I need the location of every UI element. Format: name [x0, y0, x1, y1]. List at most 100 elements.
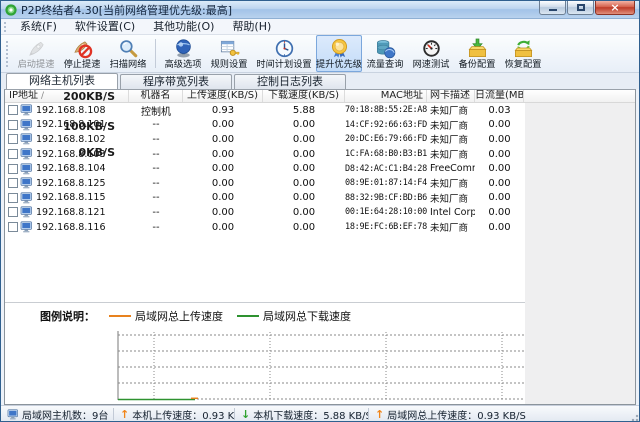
- toolbar-button-label: 时间计划设置: [256, 59, 311, 69]
- ip-address: 192.168.8.116: [36, 222, 106, 233]
- maximize-button[interactable]: [567, 1, 594, 15]
- toolbar-button-globe-options[interactable]: 高级选项: [160, 35, 206, 72]
- toolbar-button-label: 高级选项: [165, 59, 202, 69]
- cell-hostname: --: [129, 178, 183, 189]
- restore-box-icon: [513, 38, 534, 59]
- cell-download-speed: 5.88: [263, 105, 345, 116]
- cell-upload-speed: 0.00: [183, 192, 263, 203]
- cell-ip: 192.168.8.125: [5, 177, 129, 189]
- medal-icon: [329, 38, 350, 59]
- resize-grip[interactable]: [629, 412, 639, 422]
- status-host-count: 局域网主机数：9台: [1, 407, 113, 422]
- toolbar-separator: [155, 39, 156, 68]
- tab-control-log-list[interactable]: 控制日志列表: [234, 74, 346, 89]
- cell-upload-speed: 0.00: [183, 134, 263, 145]
- cell-mac: 70:18:8B:55:2E:A8: [345, 105, 427, 115]
- tab-program-bandwidth-list[interactable]: 程序带宽列表: [120, 74, 232, 89]
- cell-hostname: --: [129, 192, 183, 203]
- cell-nic-description: 未知厂商: [427, 176, 475, 190]
- column-header-mac[interactable]: MAC地址: [345, 90, 427, 102]
- menu-item-other-functions[interactable]: 其他功能(O): [144, 19, 223, 34]
- toolbar-button-clock[interactable]: 时间计划设置: [252, 35, 316, 72]
- toolbar-button-medal[interactable]: 提升优先级: [316, 35, 362, 72]
- toolbar-button-label: 规则设置: [211, 59, 248, 69]
- cell-mac: D8:42:AC:C1:B4:28: [345, 164, 427, 174]
- cell-download-speed: 0.00: [263, 207, 345, 218]
- cell-download-speed: 0.00: [263, 134, 345, 145]
- menu-gripper: [4, 22, 7, 32]
- cell-daily-traffic: 0.00: [475, 207, 524, 218]
- ip-address: 192.168.8.115: [36, 192, 106, 203]
- cell-daily-traffic: 0.00: [475, 163, 524, 174]
- cell-daily-traffic: 0.00: [475, 178, 524, 189]
- cell-hostname: --: [129, 163, 183, 174]
- computer-icon: [20, 192, 33, 204]
- toolbar-button-rules-key[interactable]: 规则设置: [206, 35, 252, 72]
- host-checkbox[interactable]: [8, 164, 18, 174]
- menu-item-help[interactable]: 帮助(H): [223, 19, 280, 34]
- tab-bar: 网络主机列表 程序带宽列表 控制日志列表: [1, 73, 639, 89]
- toolbar-button-stop-rocket[interactable]: 停止提速: [59, 35, 105, 72]
- cell-nic-description: 未知厂商: [427, 118, 475, 132]
- host-checkbox[interactable]: [8, 222, 18, 232]
- menu-bar: 系统(F) 软件设置(C) 其他功能(O) 帮助(H): [1, 19, 639, 35]
- toolbar-button-rocket: 启动提速: [13, 35, 59, 72]
- download-series-swatch: [237, 315, 259, 317]
- computer-icon: [20, 206, 33, 218]
- host-checkbox[interactable]: [8, 193, 18, 203]
- toolbar-button-label: 流量查询: [367, 59, 404, 69]
- toolbar-button-restore-box[interactable]: 恢复配置: [500, 35, 546, 72]
- toolbar-button-label: 网速测试: [413, 59, 450, 69]
- close-button[interactable]: ×: [595, 1, 635, 15]
- toolbar-button-label: 启动提速: [18, 59, 55, 69]
- status-local-download: ↓ 本机下载速度：5.88 KB/S: [235, 407, 368, 422]
- column-header-nic-description[interactable]: 网卡描述: [427, 90, 475, 102]
- y-axis-label-0: 0KB/S: [7, 147, 115, 159]
- cell-download-speed: 0.00: [263, 192, 345, 203]
- cell-nic-description: 未知厂商: [427, 132, 475, 146]
- y-axis-label-200: 200KB/S: [7, 91, 115, 103]
- cell-ip: 192.168.8.116: [5, 221, 129, 233]
- empty-area: [525, 103, 635, 404]
- column-header-download-speed[interactable]: 下载速度(KB/S): [263, 90, 345, 102]
- cell-hostname: --: [129, 119, 183, 130]
- column-header-daily-traffic[interactable]: 日流量(MB): [475, 90, 524, 102]
- toolbar-button-database[interactable]: 流量查询: [362, 35, 408, 72]
- menu-item-software-settings[interactable]: 软件设置(C): [66, 19, 144, 34]
- toolbar-button-label: 扫描网络: [110, 59, 147, 69]
- column-header-hostname[interactable]: 机器名: [129, 90, 183, 102]
- status-local-upload: ↑ 本机上传速度：0.93 KB/S: [114, 407, 234, 422]
- cell-daily-traffic: 0.00: [475, 134, 524, 145]
- cell-hostname: --: [129, 207, 183, 218]
- speedometer-icon: [421, 38, 442, 59]
- host-checkbox[interactable]: [8, 207, 18, 217]
- cell-mac: 14:CF:92:66:63:FD: [345, 120, 427, 130]
- main-panel: IP地址∕ 机器名 上传速度(KB/S) 下载速度(KB/S) MAC地址 网卡…: [4, 89, 636, 405]
- menu-item-system[interactable]: 系统(F): [11, 19, 66, 34]
- status-lan-total-upload: ↑ 局域网总上传速度：0.93 KB/S: [369, 407, 639, 422]
- cell-mac: 20:DC:E6:79:66:FD: [345, 134, 427, 144]
- cell-ip: 192.168.8.115: [5, 192, 129, 204]
- cell-download-speed: 0.00: [263, 149, 345, 160]
- host-checkbox[interactable]: [8, 105, 18, 115]
- minimize-button[interactable]: [539, 1, 566, 15]
- cell-upload-speed: 0.00: [183, 178, 263, 189]
- cell-ip: 192.168.8.102: [5, 133, 129, 145]
- stop-rocket-icon: [72, 38, 93, 59]
- toolbar-button-backup-box[interactable]: 备份配置: [454, 35, 500, 72]
- toolbar-button-speedometer[interactable]: 网速测试: [408, 35, 454, 72]
- host-checkbox[interactable]: [8, 178, 18, 188]
- cell-nic-description: FreeComm D...: [427, 163, 475, 174]
- upload-series-swatch: [109, 315, 131, 317]
- toolbar-button-magnifier[interactable]: 扫描网络: [105, 35, 151, 72]
- cell-daily-traffic: 0.00: [475, 192, 524, 203]
- cell-ip: 192.168.8.104: [5, 163, 129, 175]
- tab-network-host-list[interactable]: 网络主机列表: [6, 73, 118, 89]
- cell-download-speed: 0.00: [263, 222, 345, 233]
- host-checkbox[interactable]: [8, 134, 18, 144]
- cell-upload-speed: 0.00: [183, 222, 263, 233]
- column-header-upload-speed[interactable]: 上传速度(KB/S): [183, 90, 263, 102]
- computer-icon: [20, 177, 33, 189]
- cell-mac: 18:9E:FC:6B:EF:78: [345, 222, 427, 232]
- computer-icon: [20, 163, 33, 175]
